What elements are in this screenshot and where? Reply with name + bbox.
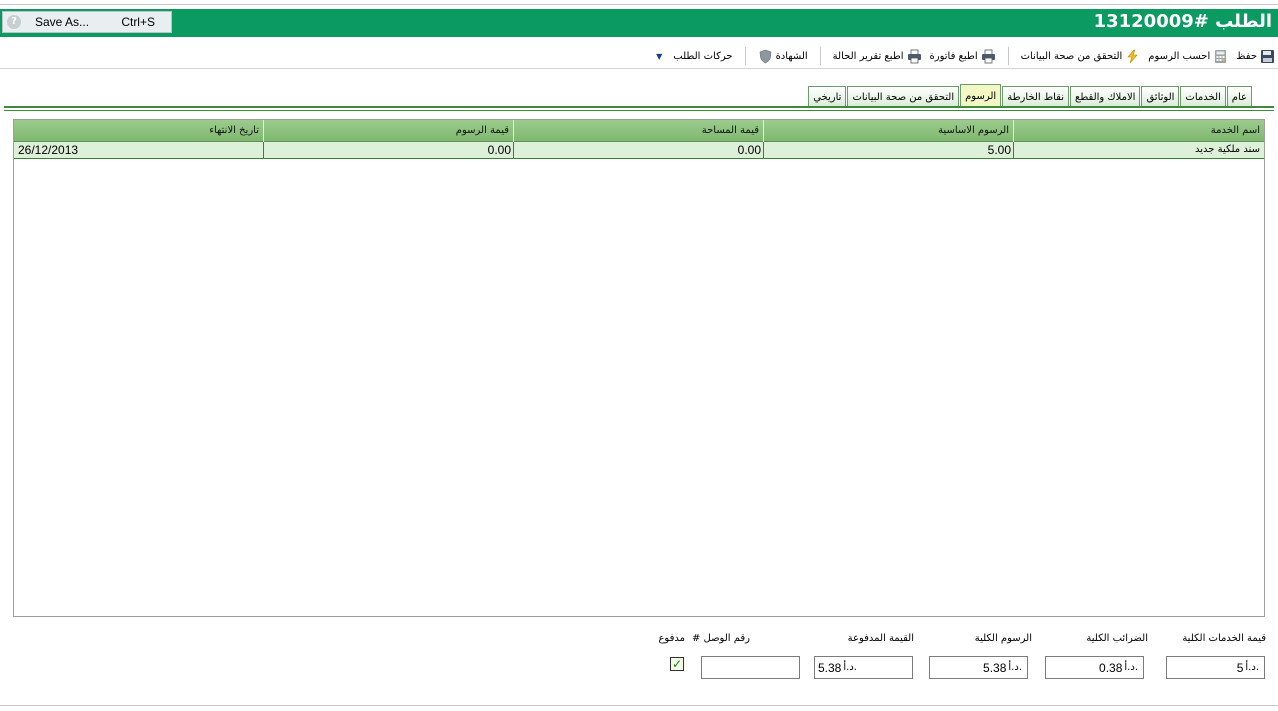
- calculate-fees-label: احسب الرسوم: [1148, 50, 1211, 62]
- toolbar-divider: [0, 68, 1278, 69]
- tab-properties-plots[interactable]: الاملاك والقطع: [1070, 86, 1141, 107]
- save-button[interactable]: حفظ: [1236, 49, 1275, 64]
- save-as-button[interactable]: ? Save As... Ctrl+S: [2, 11, 172, 33]
- toolbar-separator: [819, 47, 821, 65]
- validate-data-label: التحقق من صحة البيانات: [1020, 50, 1123, 62]
- total-taxes-label: الضرائب الكلية: [1086, 633, 1148, 644]
- column-header-base-fee[interactable]: الرسوم الاساسية: [763, 120, 1013, 142]
- tab-strip: عام الخدمات الوثائق الاملاك والقطع نقاط …: [807, 84, 1252, 107]
- cell-service-name: سند ملكية جديد: [1013, 142, 1264, 158]
- paid-checkbox[interactable]: ✓: [670, 657, 684, 671]
- total-taxes-value: 0.38: [1099, 660, 1123, 675]
- column-header-area-value[interactable]: قيمة المساحة: [513, 120, 763, 142]
- tab-general[interactable]: عام: [1226, 86, 1252, 107]
- top-divider: [0, 4, 1278, 5]
- total-services-field[interactable]: 5 د.أ.: [1166, 656, 1265, 679]
- bottom-divider: [0, 705, 1278, 706]
- cell-area-value: 0.00: [513, 142, 763, 158]
- currency-unit: د.أ.: [1124, 662, 1138, 673]
- paid-amount-label: القيمة المدفوعة: [847, 633, 914, 644]
- printer-icon: [907, 49, 922, 64]
- paid-amount-field[interactable]: 5.38 د.أ.: [814, 656, 913, 679]
- tab-documents[interactable]: الوثائق: [1141, 86, 1180, 107]
- fees-table: اسم الخدمة الرسوم الاساسية قيمة المساحة …: [13, 119, 1265, 617]
- app-window: ? Save As... Ctrl+S الطلب #13120009 حفظ …: [0, 0, 1278, 711]
- tab-underline: [4, 106, 1274, 108]
- calculator-icon: [1213, 49, 1228, 64]
- request-actions-dropdown[interactable]: حركات الطلب ▼: [656, 51, 732, 62]
- tab-data-validation[interactable]: التحقق من صحة البيانات: [847, 86, 960, 107]
- cell-base-fee: 5.00: [763, 142, 1013, 158]
- paid-label: مدفوع: [658, 633, 685, 644]
- page-title: الطلب #13120009: [1093, 11, 1272, 32]
- print-status-report-label: اطبع تقرير الحالة: [832, 50, 904, 62]
- certificate-label: الشهادة: [775, 50, 808, 62]
- total-fees-value: 5.38: [983, 660, 1007, 675]
- validate-data-button[interactable]: التحقق من صحة البيانات: [1021, 49, 1141, 64]
- tab-services[interactable]: الخدمات: [1180, 86, 1226, 107]
- request-actions-label: حركات الطلب: [673, 50, 733, 62]
- receipt-number-label: رقم الوصل #: [691, 633, 750, 644]
- table-row[interactable]: سند ملكية جديد 5.00 0.00 0.00 26/12/2013: [14, 142, 1264, 159]
- shield-icon: [758, 49, 773, 64]
- total-fees-field[interactable]: 5.38 د.أ.: [929, 656, 1028, 679]
- total-services-label: قيمة الخدمات الكلية: [1182, 633, 1266, 644]
- printer-icon: [981, 49, 996, 64]
- print-status-report-button[interactable]: اطبع تقرير الحالة: [833, 49, 922, 64]
- column-header-expiry-date[interactable]: تاريخ الانتهاء: [14, 120, 263, 142]
- paid-amount-value: 5.38: [818, 660, 842, 675]
- toolbar-separator: [744, 47, 746, 65]
- receipt-number-input[interactable]: [701, 656, 800, 679]
- lightning-icon: [1125, 49, 1140, 64]
- currency-unit: د.أ.: [1008, 662, 1022, 673]
- save-as-shortcut: Ctrl+S: [121, 15, 155, 29]
- toolbar: حفظ احسب الرسوم التحقق من صحة البيانات ا…: [0, 44, 1278, 68]
- cell-expiry-date: 26/12/2013: [18, 143, 79, 157]
- save-label: حفظ: [1236, 50, 1257, 62]
- tab-history[interactable]: تاريخي: [808, 86, 847, 107]
- column-header-service-name[interactable]: اسم الخدمة: [1013, 120, 1264, 142]
- tab-fees[interactable]: الرسوم: [960, 84, 1002, 107]
- floppy-disk-icon: [1260, 49, 1275, 64]
- header-bar: ? Save As... Ctrl+S الطلب #13120009: [0, 9, 1278, 37]
- column-header-fee-value[interactable]: قيمة الرسوم: [263, 120, 513, 142]
- toolbar-separator: [1007, 47, 1009, 65]
- total-services-value: 5: [1236, 660, 1244, 675]
- cell-fee-value: 0.00: [263, 142, 513, 158]
- print-invoice-label: اطبع فاتورة: [929, 50, 978, 62]
- currency-unit: د.أ.: [1245, 662, 1259, 673]
- table-header: اسم الخدمة الرسوم الاساسية قيمة المساحة …: [14, 120, 1264, 142]
- save-as-label: Save As...: [35, 15, 90, 29]
- certificate-button[interactable]: الشهادة: [758, 49, 808, 64]
- currency-unit: د.أ.: [843, 662, 857, 673]
- calculate-fees-button[interactable]: احسب الرسوم: [1148, 49, 1228, 64]
- help-icon[interactable]: ?: [7, 15, 21, 29]
- total-fees-label: الرسوم الكلية: [974, 633, 1032, 644]
- dropdown-arrow-icon: ▼: [656, 51, 663, 61]
- total-taxes-field[interactable]: 0.38 د.أ.: [1045, 656, 1144, 679]
- tab-map-points[interactable]: نقاط الخارطة: [1002, 86, 1069, 107]
- tab-underline: [4, 110, 1274, 111]
- print-invoice-button[interactable]: اطبع فاتورة: [930, 49, 996, 64]
